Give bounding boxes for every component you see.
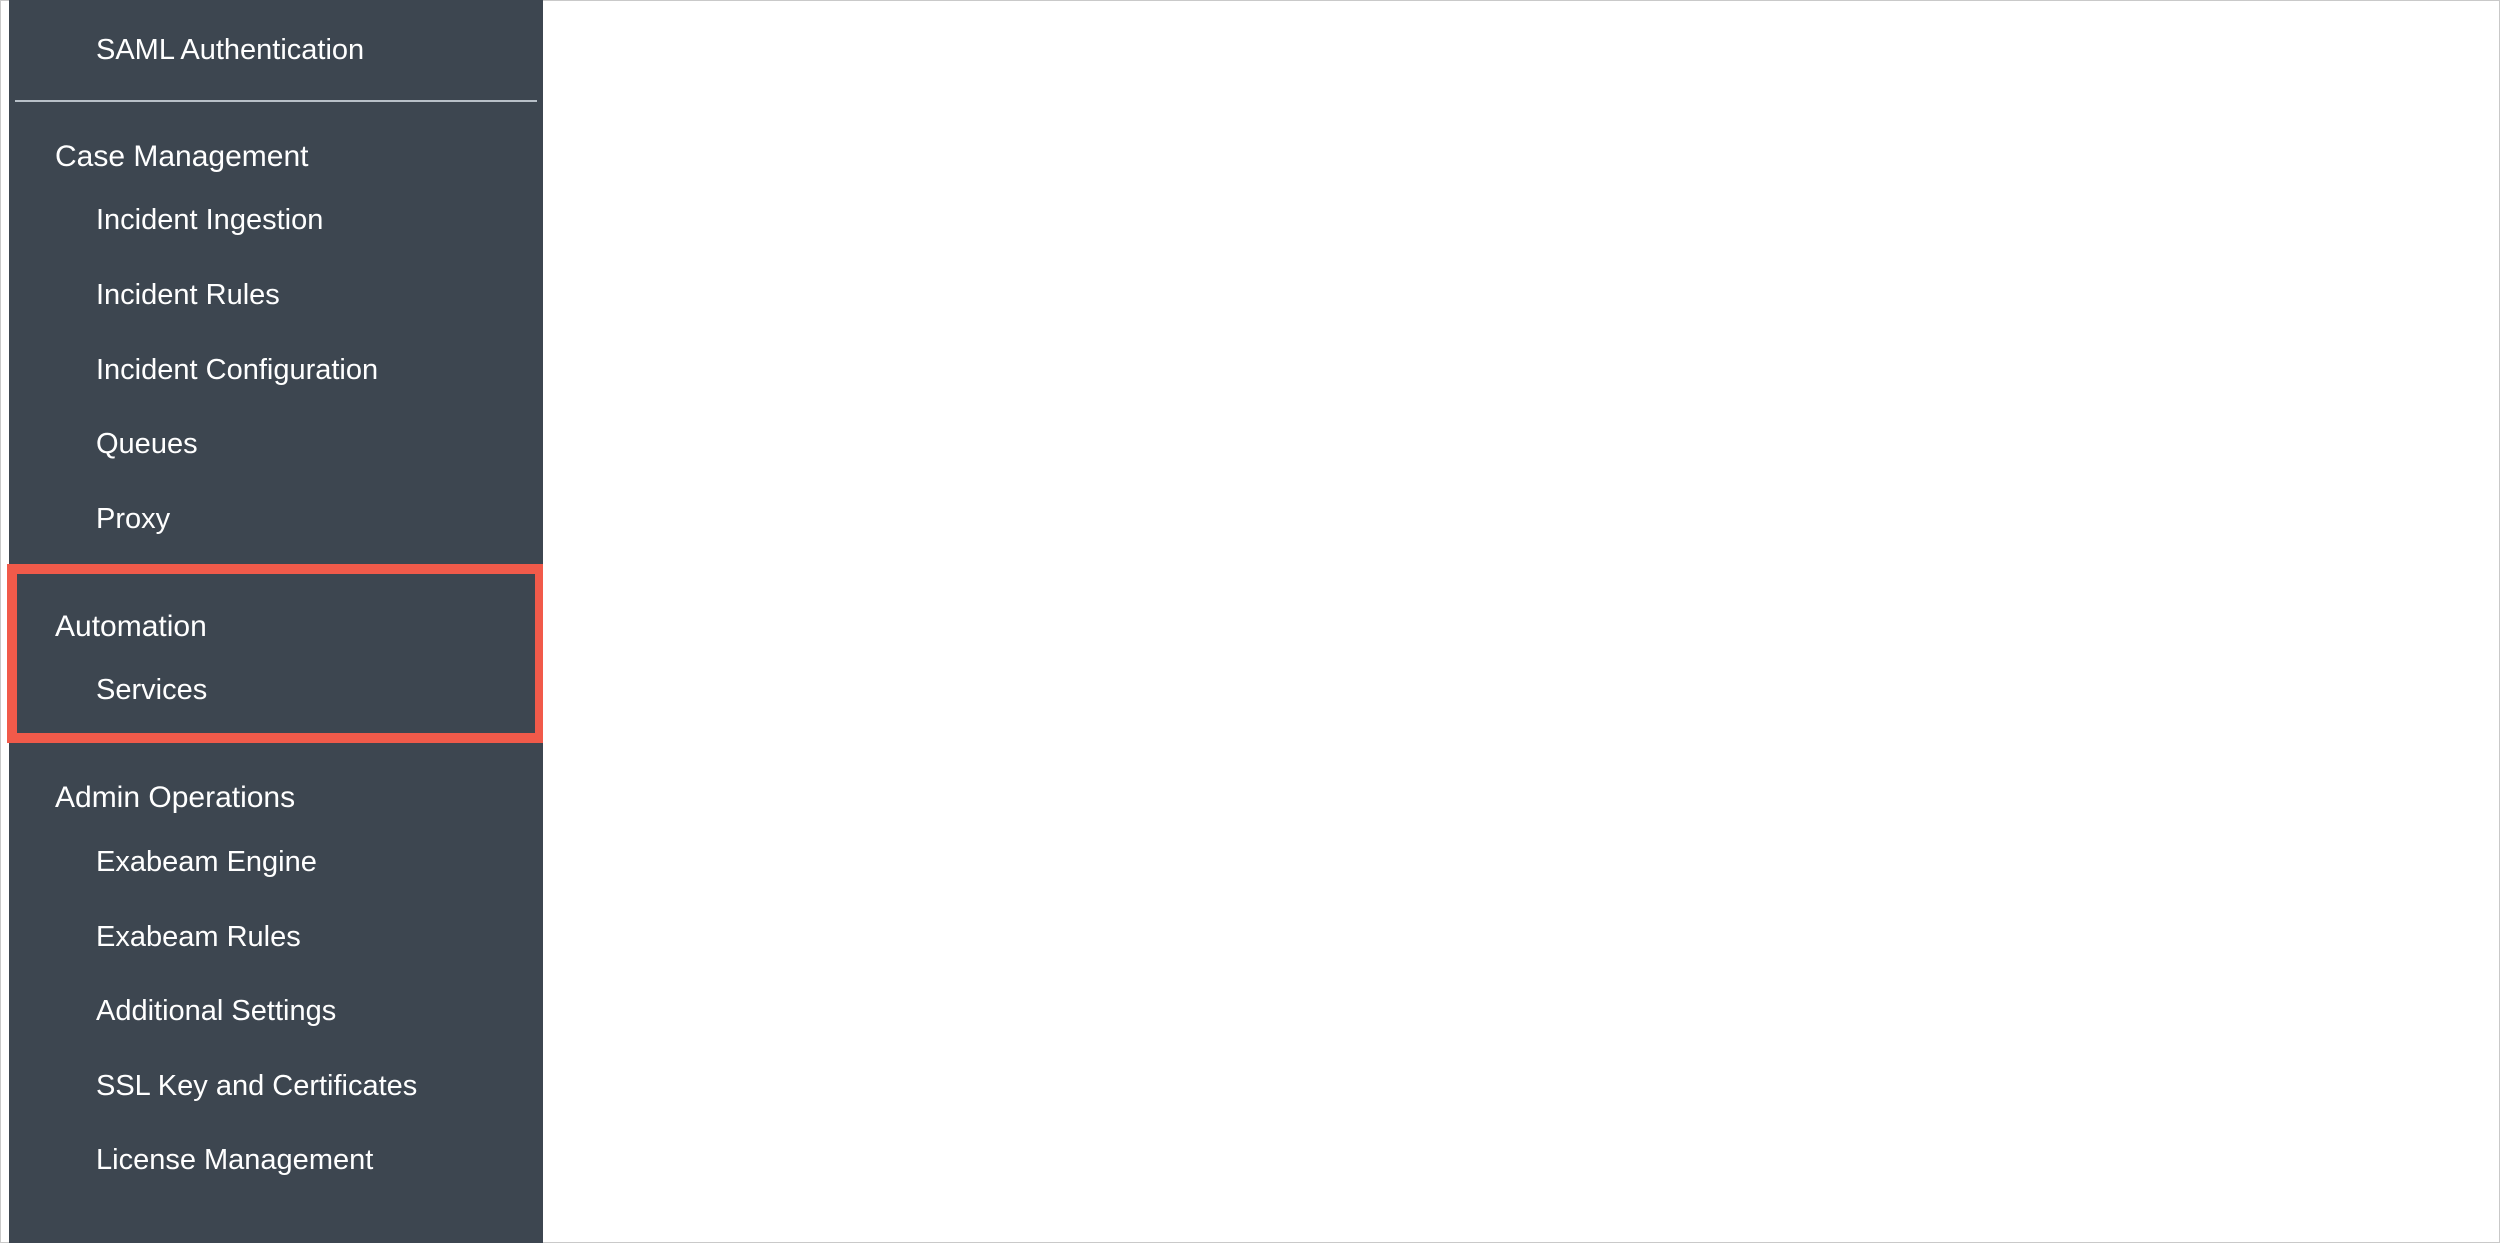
sidebar-item-services[interactable]: Services [9,660,543,720]
sidebar-item-proxy[interactable]: Proxy [9,489,543,549]
sidebar-item-additional-settings[interactable]: Additional Settings [9,981,543,1041]
settings-sidebar: SAML Authentication Case Management Inci… [9,0,543,1243]
main-content-area [543,1,2499,1242]
section-heading-case-management: Case Management [55,140,309,173]
sidebar-item-incident-ingestion[interactable]: Incident Ingestion [9,190,543,250]
sidebar-item-exabeam-rules[interactable]: Exabeam Rules [9,907,543,967]
section-heading-automation: Automation [55,610,207,643]
sidebar-item-ssl-key-and-certificates[interactable]: SSL Key and Certificates [9,1056,543,1116]
sidebar-item-queues[interactable]: Queues [9,414,543,474]
sidebar-divider [15,100,537,102]
section-heading-admin-operations: Admin Operations [55,781,296,814]
sidebar-item-license-management[interactable]: License Management [9,1130,543,1190]
sidebar-item-incident-configuration[interactable]: Incident Configuration [9,340,543,400]
sidebar-item-saml-authentication[interactable]: SAML Authentication [9,20,543,80]
sidebar-item-exabeam-engine[interactable]: Exabeam Engine [9,832,543,892]
sidebar-item-incident-rules[interactable]: Incident Rules [9,265,543,325]
